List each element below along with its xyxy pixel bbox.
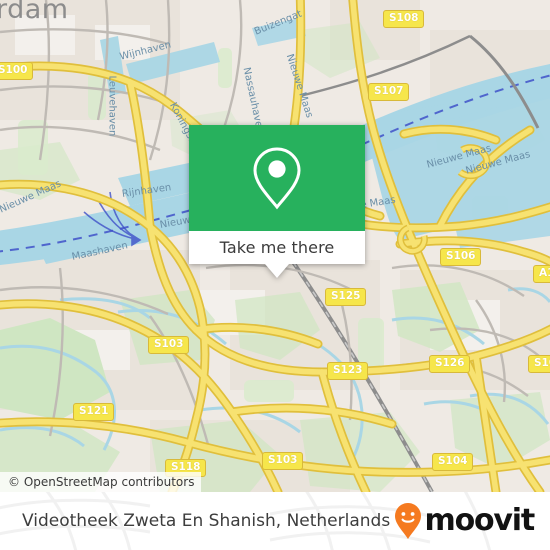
road-shield: S107 [368,83,410,101]
osm-attribution: © OpenStreetMap contributors [0,472,202,492]
moovit-pin-icon [394,503,421,539]
road-shield: A16 [533,265,550,283]
moovit-logo[interactable]: moovit [393,501,536,541]
road-shield: S125 [325,288,367,306]
callout-action-area[interactable]: Take me there [189,231,365,264]
callout-label: Take me there [219,238,335,257]
road-shield: S103 [262,452,304,470]
callout-pointer [265,264,289,278]
road-shield: S105 [528,355,550,373]
road-shield: S100 [0,62,34,80]
road-shield: S104 [432,453,474,471]
road-shield: S126 [429,355,471,373]
road-shield: S121 [73,403,115,421]
moovit-map-screenshot: rdam Wijnhaven Leuvehaven Buizengat Nassauh… [0,0,550,550]
take-me-there-callout[interactable]: Take me there [189,125,365,278]
road-shield: S106 [440,248,482,266]
map-pin-icon [253,147,301,210]
road-shield: S103 [148,336,190,354]
moovit-wordmark: moovit [424,503,536,538]
callout-icon-area [189,125,365,231]
road-shield: S108 [383,10,425,28]
road-shield: S123 [327,362,369,380]
place-title: Videotheek Zweta En Shanish, Netherlands [22,511,391,531]
bottom-bar: Videotheek Zweta En Shanish, Netherlands… [0,492,550,550]
